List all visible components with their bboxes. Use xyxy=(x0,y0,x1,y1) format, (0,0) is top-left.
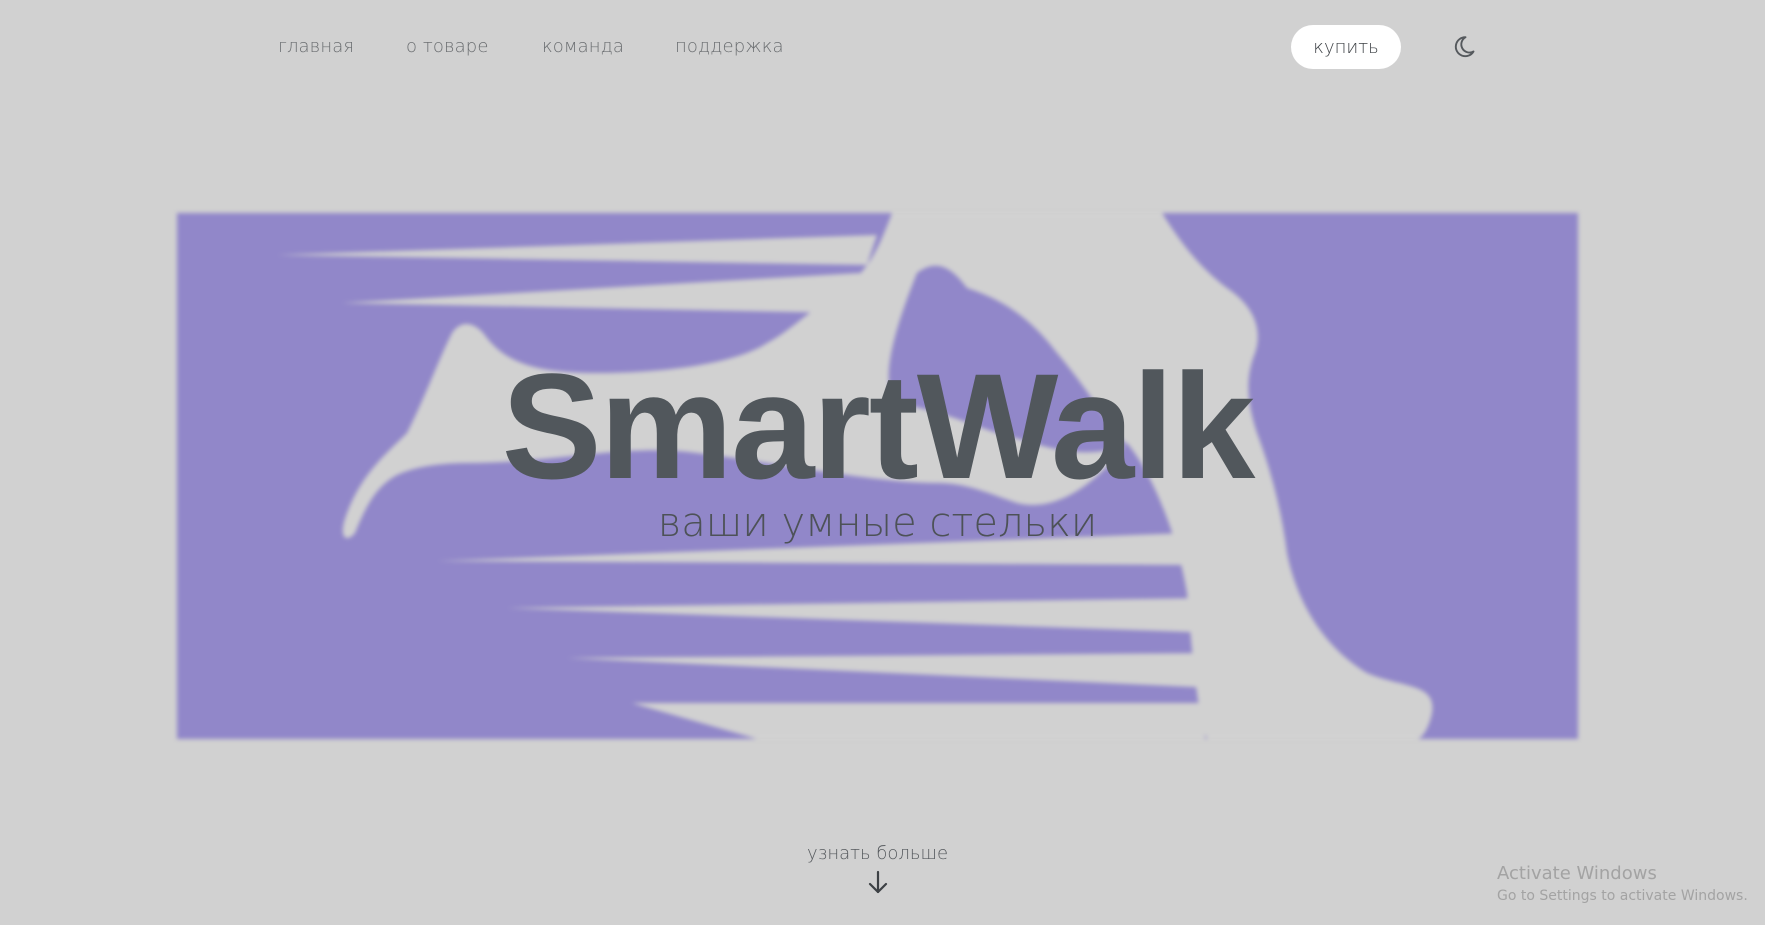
watermark-subtitle: Go to Settings to activate Windows. xyxy=(1497,888,1748,904)
nav-item-home[interactable]: главная xyxy=(278,36,354,57)
arrow-down-icon[interactable] xyxy=(867,870,889,896)
learn-more-label: узнать больше xyxy=(806,843,949,864)
windows-activation-watermark: Activate Windows Go to Settings to activ… xyxy=(1497,863,1748,904)
hero-banner: SmartWalk ваши умные стельки xyxy=(177,213,1578,739)
learn-more-link[interactable]: узнать больше xyxy=(780,843,975,896)
nav-item-about-product[interactable]: о товаре xyxy=(406,36,489,57)
nav-item-team[interactable]: команда xyxy=(542,36,624,57)
moon-icon[interactable] xyxy=(1453,33,1481,61)
top-navigation: главная о товаре команда поддержка купит… xyxy=(0,0,1765,94)
nav-item-support[interactable]: поддержка xyxy=(675,36,784,57)
page: главная о товаре команда поддержка купит… xyxy=(0,0,1765,925)
watermark-title: Activate Windows xyxy=(1497,863,1657,884)
buy-button[interactable]: купить xyxy=(1291,25,1401,69)
hero-subtitle: ваши умные стельки xyxy=(657,500,1098,546)
hero-title: SmartWalk xyxy=(501,342,1256,510)
